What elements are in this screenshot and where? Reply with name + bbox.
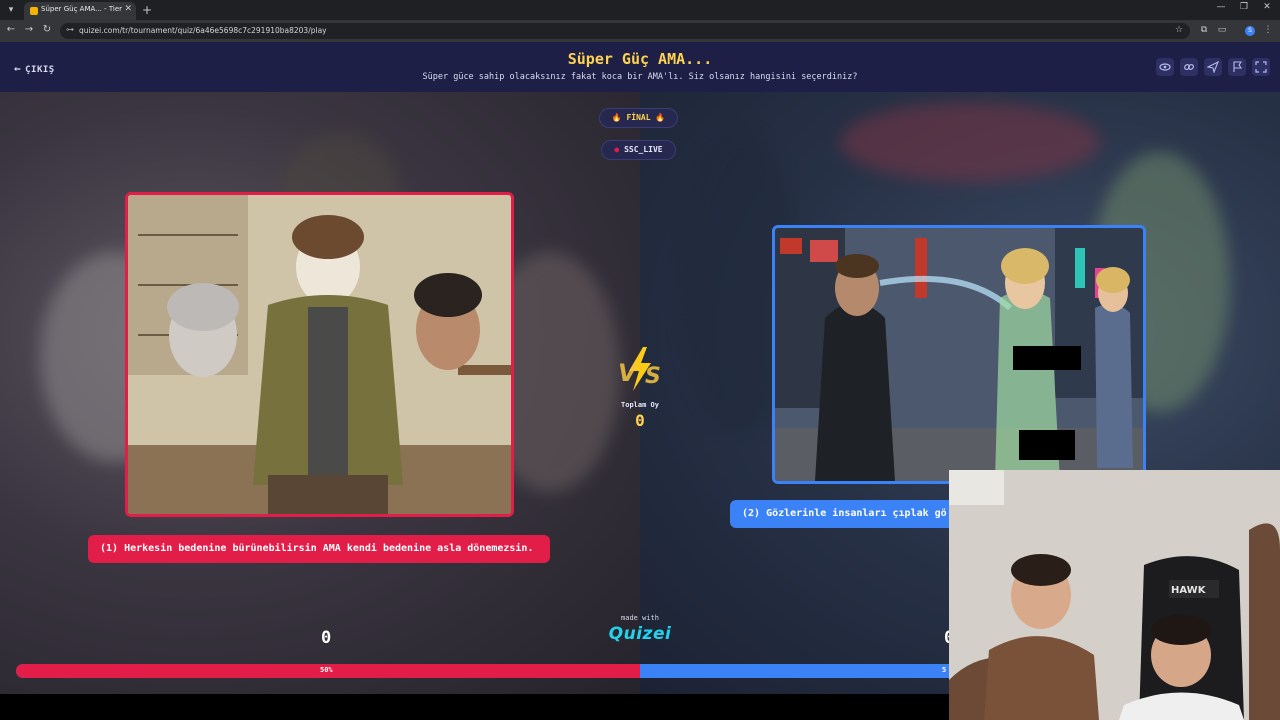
send-icon[interactable] [1204,58,1222,76]
browser-tab[interactable]: Süper Güç AMA... - Tier List, Kı ✕ [24,2,136,20]
webcam-overlay: HAWK [949,470,1280,720]
browser-toolbar: ← → ↻ ⊶ quizei.com/tr/tournament/quiz/6a… [0,20,1280,42]
menu-icon[interactable]: ⋮ [1262,25,1274,35]
option-caption-left[interactable]: (1) Herkesin bedenine bürünebilirsin AMA… [88,535,550,563]
letterbox-bottom [0,694,949,720]
option-illustration-left [128,195,511,514]
option-illustration-right [775,228,1143,481]
window-close-icon[interactable]: ✕ [1260,2,1274,12]
tab-title: Süper Güç AMA... - Tier List, Kı [41,5,123,13]
streamer-icon: ● [614,145,620,154]
tab-close-icon[interactable]: ✕ [124,4,132,14]
browser-tab-bar: ▾ Süper Güç AMA... - Tier List, Kı ✕ + —… [0,0,1280,20]
fullscreen-icon[interactable] [1252,58,1270,76]
minimize-icon[interactable]: — [1214,2,1228,12]
bookmark-star-icon[interactable]: ☆ [1173,25,1185,35]
url-text: quizei.com/tr/tournament/quiz/6a46e5698c… [79,26,327,35]
back-icon[interactable]: ← [4,24,18,35]
tab-favicon-icon [30,7,38,15]
sidepanel-icon[interactable]: ▭ [1216,25,1228,35]
webcam-feed-image: HAWK [949,470,1280,720]
site-info-icon[interactable]: ⊶ [66,25,74,34]
quiz-subtitle: Süper güce sahip olacaksınız fakat koca … [422,72,858,82]
vote-percent-right: 5 [942,666,947,674]
option-card-left[interactable] [125,192,514,517]
option-caption-right[interactable]: (2) Gözlerinle insanları çıplak gö [730,500,960,528]
quiz-title: Süper Güç AMA... [567,50,713,68]
streamer-badge: ● SSC_LIVE [601,140,676,160]
address-bar[interactable]: ⊶ quizei.com/tr/tournament/quiz/6a46e569… [60,23,1190,39]
chair-brand-text: HAWK [1171,585,1207,596]
reload-icon[interactable]: ↻ [40,24,54,35]
made-with-label: made with [621,614,659,622]
extensions-icon[interactable]: ⧉ [1198,25,1210,35]
tab-search-icon[interactable]: ▾ [4,3,18,17]
maximize-icon[interactable]: ❐ [1237,2,1251,12]
eye-icon[interactable] [1156,58,1174,76]
quiz-header: ← ÇIKIŞ Süper Güç AMA... Süper güce sahip… [0,42,1280,92]
option-card-right[interactable] [772,225,1146,484]
total-votes-count: 0 [635,411,645,430]
svg-text:S: S [645,364,661,389]
streamer-name: SSC_LIVE [624,145,663,154]
vote-count-left: 0 [321,628,332,648]
quizei-logo[interactable]: Quizei [600,624,680,644]
link-icon[interactable] [1180,58,1198,76]
vs-lightning-icon: V S [618,347,661,391]
new-tab-icon[interactable]: + [140,3,154,17]
vote-percent-left: 50% [320,666,333,674]
profile-avatar[interactable]: S [1245,26,1255,36]
blurred-sign [840,102,1100,182]
flag-icon[interactable] [1228,58,1246,76]
svg-text:V: V [618,359,639,387]
total-votes-label: Toplam Oy [621,401,659,409]
forward-icon[interactable]: → [22,24,36,35]
final-round-badge: 🔥 FİNAL 🔥 [599,108,678,128]
